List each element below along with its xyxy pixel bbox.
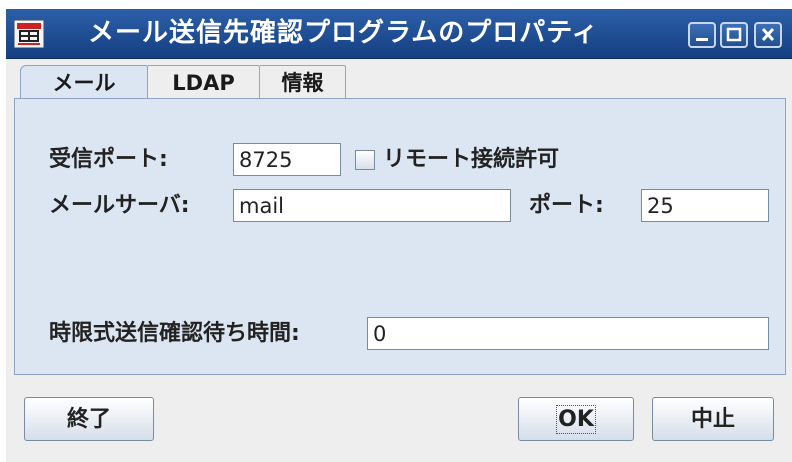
timeout-label: 時限式送信確認待ち時間: [49, 321, 300, 346]
tab-strip: メール LDAP 情報 [6, 59, 792, 99]
tab-mail[interactable]: メール [20, 65, 148, 99]
mail-settings-panel: 受信ポート: リモート接続許可 メールサーバ: ポート: 時限式送信確認待ち時間… [14, 98, 786, 375]
receive-port-field[interactable] [233, 143, 341, 176]
cancel-button[interactable]: 中止 [652, 397, 774, 441]
exit-button[interactable]: 終了 [24, 397, 154, 441]
port-label: ポート: [529, 193, 604, 218]
remote-connect-checkbox[interactable] [355, 150, 375, 170]
port-field[interactable] [641, 189, 769, 222]
title-bar[interactable]: メール送信先確認プログラムのプロパティ [6, 9, 792, 59]
timeout-field[interactable] [367, 317, 769, 350]
maximize-button[interactable] [720, 22, 748, 48]
exit-button-label: 終了 [66, 407, 111, 432]
minimize-button[interactable] [688, 22, 716, 48]
button-bar: 終了 OK 中止 [6, 375, 792, 462]
ok-button-label: OK [556, 405, 596, 434]
close-icon [761, 27, 775, 42]
mail-server-label: メールサーバ: [49, 193, 190, 218]
close-button[interactable] [754, 22, 782, 48]
window-title: メール送信先確認プログラムのプロパティ [88, 18, 599, 48]
receive-port-label: 受信ポート: [49, 147, 168, 172]
remote-connect-label: リモート接続許可 [383, 147, 560, 172]
cancel-button-label: 中止 [690, 407, 735, 432]
tab-info[interactable]: 情報 [260, 65, 346, 99]
properties-window: メール送信先確認プログラムのプロパティ メール LDAP 情報 受信ポート: リ… [6, 9, 792, 462]
tab-ldap[interactable]: LDAP [148, 65, 260, 99]
app-icon [13, 19, 45, 49]
minimize-icon [696, 38, 708, 41]
maximize-icon [726, 27, 742, 42]
ok-button[interactable]: OK [518, 397, 634, 441]
mail-server-field[interactable] [233, 189, 511, 222]
